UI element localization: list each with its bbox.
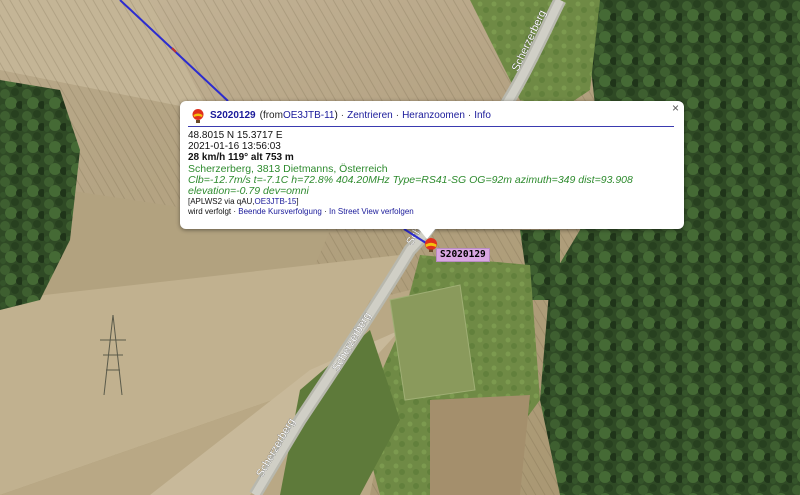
satellite-map[interactable]: Scherzerberg Scherzerberg Scherzerberg S… bbox=[0, 0, 800, 495]
from-station-link[interactable]: OE3JTB-11 bbox=[283, 110, 335, 121]
coordinates: 48.8015 N 15.3717 E bbox=[188, 130, 283, 141]
packet-path: [APLWS2 via qAU,OE3JTB-15] bbox=[188, 197, 299, 207]
from-suffix: ) bbox=[334, 110, 338, 121]
info-link[interactable]: Info bbox=[474, 110, 491, 121]
path-station-link[interactable]: OE3JTB-15 bbox=[255, 197, 297, 206]
header-divider bbox=[188, 126, 674, 127]
comment-line-2: elevation=-0.79 dev=omni bbox=[188, 185, 309, 198]
speed-course-altitude: 28 km/h 119° alt 753 m bbox=[188, 152, 294, 164]
popup-header: S2020129 (from OE3JTB-11 ) · Zentrieren … bbox=[188, 107, 674, 124]
field-plot-lower bbox=[430, 395, 530, 495]
street-view-link[interactable]: In Street View verfolgen bbox=[329, 207, 414, 216]
field-plot bbox=[389, 284, 476, 401]
center-link[interactable]: Zentrieren bbox=[347, 110, 393, 121]
station-info-popup: × S2020129 (from OE3JTB-11 ) · Zentriere… bbox=[180, 101, 684, 229]
close-icon[interactable]: × bbox=[672, 102, 679, 114]
from-prefix: (from bbox=[259, 110, 283, 121]
station-marker-label[interactable]: S2020129 bbox=[436, 248, 490, 262]
zoom-in-link[interactable]: Heranzoomen bbox=[402, 110, 465, 121]
tracking-status: wird verfolgt · Beende Kursverfolgung · … bbox=[188, 207, 414, 217]
stop-tracking-link[interactable]: Beende Kursverfolgung bbox=[238, 207, 322, 216]
timestamp: 2021-01-16 13:56:03 bbox=[188, 141, 281, 153]
balloon-icon bbox=[192, 108, 204, 123]
station-callsign: S2020129 bbox=[210, 110, 256, 121]
